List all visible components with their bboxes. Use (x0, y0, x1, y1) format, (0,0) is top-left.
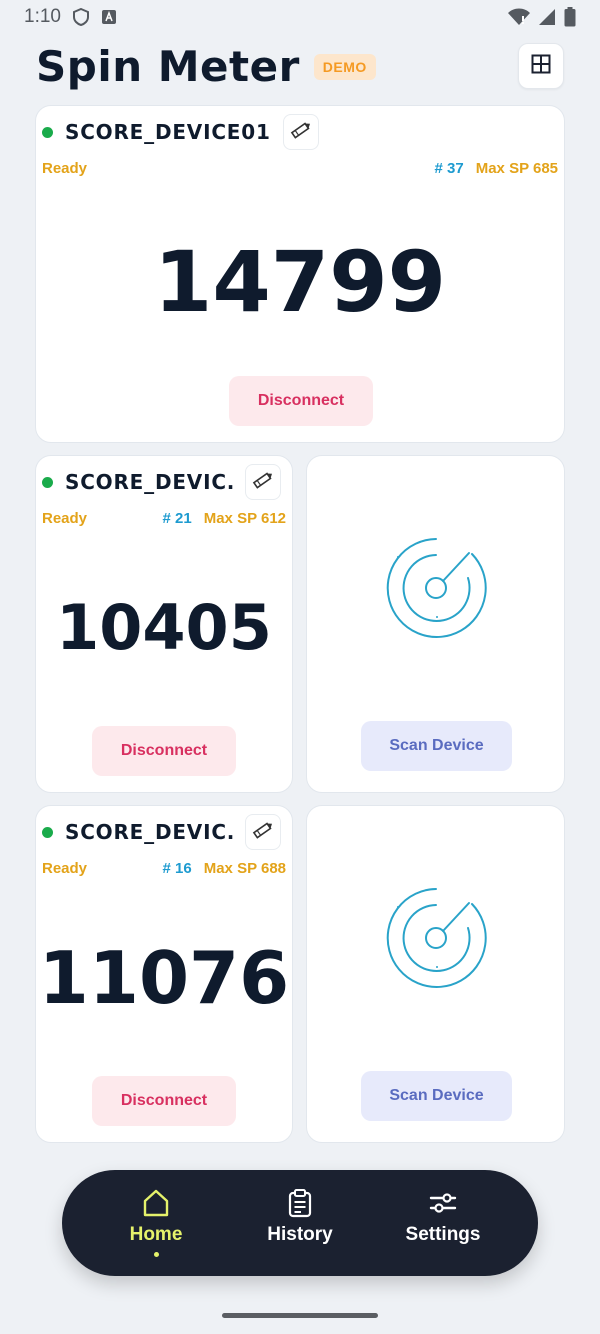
shield-icon (72, 8, 89, 26)
status-time: 1:10 (24, 6, 61, 27)
home-icon (141, 1188, 171, 1218)
device-card: SCORE_DEVIC... Ready # 21 Max SP 612 104… (35, 455, 293, 793)
scan-device-button[interactable]: Scan Device (361, 1071, 512, 1121)
spin-count: # 37 (434, 159, 464, 177)
device-status: Ready (42, 159, 88, 177)
connected-status-dot (42, 126, 53, 138)
pencil-icon (289, 119, 313, 146)
device-name: SCORE_DEVIC... (65, 470, 237, 494)
app-header: Spin Meter DEMO (36, 40, 564, 92)
device-card-header: SCORE_DEVICE01 (36, 106, 564, 158)
scan-device-button[interactable]: Scan Device (361, 721, 512, 771)
device-card: SCORE_DEVIC... Ready # 16 Max SP 688 110… (35, 805, 293, 1143)
layout-toggle-button[interactable] (518, 43, 564, 89)
pencil-icon (251, 469, 275, 496)
status-bar: 1:10 (0, 0, 600, 34)
nav-label-settings: Settings (405, 1224, 481, 1245)
device-meta: Ready # 16 Max SP 688 (42, 858, 286, 878)
bottom-navigation: Home History Settings (62, 1170, 538, 1276)
radar-icon (386, 888, 487, 988)
disconnect-button[interactable]: Disconnect (229, 376, 373, 426)
device-card-header: SCORE_DEVIC... (36, 806, 292, 858)
score-value: 11076 (38, 936, 290, 1020)
grid-icon (531, 54, 551, 79)
spin-count: # 16 (162, 859, 192, 877)
max-sp: Max SP 688 (203, 859, 286, 877)
radar-icon (386, 538, 487, 638)
device-meta: Ready # 37 Max SP 685 (42, 158, 558, 178)
rename-device-button[interactable] (282, 114, 319, 150)
rename-device-button[interactable] (245, 464, 281, 500)
nav-item-settings[interactable]: Settings (388, 1170, 498, 1276)
page-title: Spin Meter (36, 41, 300, 91)
nav-item-home[interactable]: Home (106, 1170, 206, 1276)
device-meta: Ready # 21 Max SP 612 (42, 508, 286, 528)
device-name: SCORE_DEVICE01 (65, 120, 271, 144)
nav-item-history[interactable]: History (250, 1170, 350, 1276)
device-status: Ready (42, 859, 88, 877)
active-indicator (153, 1252, 159, 1257)
signal-icon (538, 8, 556, 26)
device-card-header: SCORE_DEVIC... (36, 456, 292, 508)
empty-device-slot: Scan Device (306, 805, 565, 1143)
system-home-indicator[interactable] (222, 1313, 378, 1318)
disconnect-button[interactable]: Disconnect (92, 726, 236, 776)
connected-status-dot (42, 826, 53, 838)
nav-label-history: History (267, 1224, 333, 1245)
connected-status-dot (42, 476, 53, 488)
disconnect-button[interactable]: Disconnect (92, 1076, 236, 1126)
max-sp: Max SP 612 (203, 509, 286, 527)
device-name: SCORE_DEVIC... (65, 820, 237, 844)
pencil-icon (251, 819, 275, 846)
nav-label-home: Home (129, 1224, 183, 1245)
device-card: SCORE_DEVICE01 Ready # 37 Max SP 685 147… (35, 105, 565, 443)
clipboard-icon (285, 1188, 315, 1218)
empty-device-slot: Scan Device (306, 455, 565, 793)
wifi-icon (508, 8, 530, 26)
battery-icon (564, 7, 576, 27)
rename-device-button[interactable] (245, 814, 281, 850)
sliders-icon (428, 1188, 458, 1218)
score-value: 14799 (153, 233, 447, 331)
device-status: Ready (42, 509, 88, 527)
demo-badge: DEMO (313, 54, 376, 80)
max-sp: Max SP 685 (475, 159, 558, 177)
font-app-icon (101, 9, 117, 25)
spin-count: # 21 (162, 509, 192, 527)
score-value: 10405 (56, 591, 272, 664)
